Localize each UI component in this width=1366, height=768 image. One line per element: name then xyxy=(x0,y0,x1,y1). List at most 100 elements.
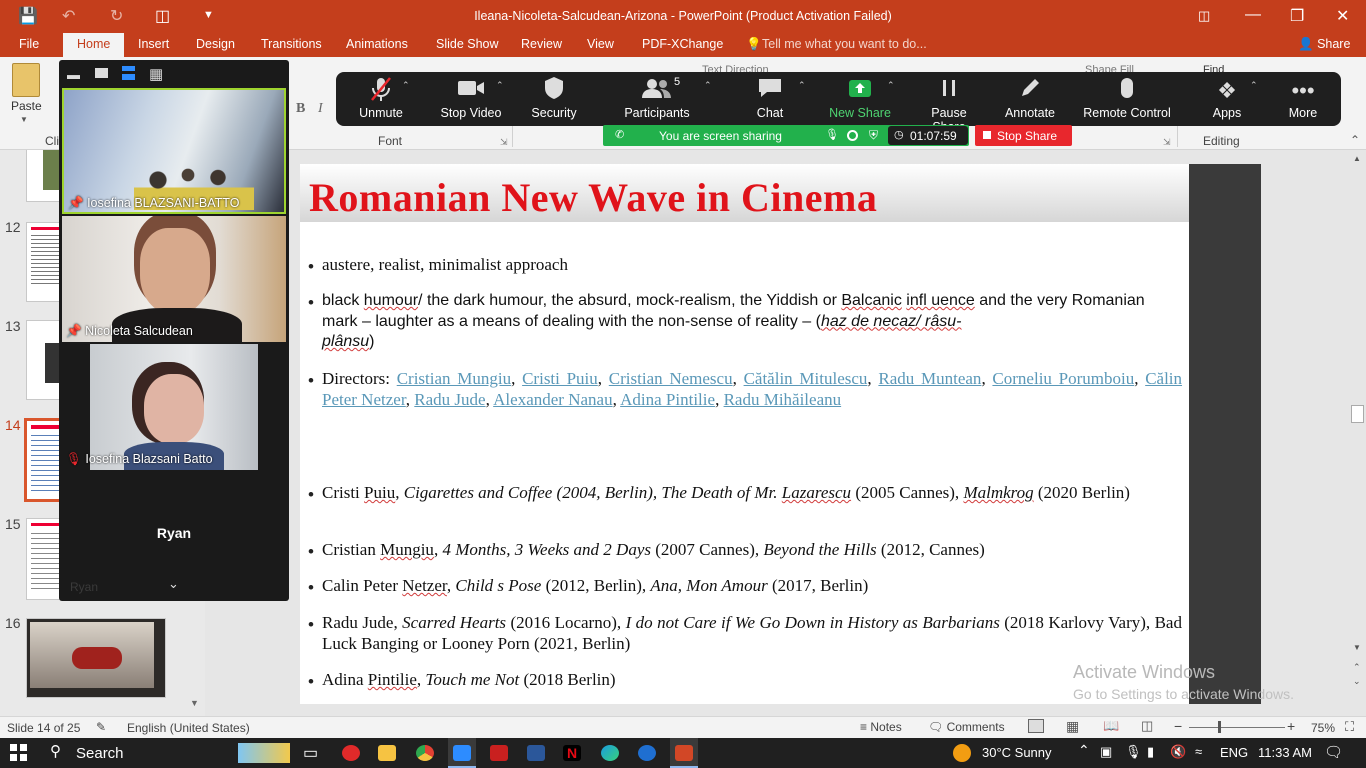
tab-design[interactable]: Design xyxy=(196,37,235,51)
video-tile-iosefina[interactable]: 🎙 Iosefina Blazsani Batto xyxy=(62,344,286,470)
close-button[interactable]: ✕ xyxy=(1336,6,1349,26)
weather-text[interactable]: 30°C Sunny xyxy=(982,745,1052,760)
minimize-video-icon[interactable]: ▬ xyxy=(67,67,80,82)
chevron-up-icon[interactable]: ⌃ xyxy=(798,80,806,91)
chevron-up-icon[interactable]: ⌃ xyxy=(1250,80,1258,91)
tab-file[interactable]: File xyxy=(19,37,39,51)
apps-button[interactable]: ❖ Apps xyxy=(1206,76,1248,120)
notes-button[interactable]: ≡ Notes xyxy=(860,720,902,734)
participants-button[interactable]: Participants xyxy=(618,76,696,120)
tab-insert[interactable]: Insert xyxy=(138,37,169,51)
ribbon-display-icon[interactable]: ◫ xyxy=(1198,8,1210,24)
stop-share-button[interactable]: Stop Share xyxy=(975,125,1072,146)
security-button[interactable]: Security xyxy=(526,76,582,120)
file-explorer-icon[interactable] xyxy=(378,745,396,761)
taskbar-search[interactable]: Search xyxy=(76,745,124,762)
video-tile-classroom[interactable]: 📌 Iosefina BLAZSANI-BATTO xyxy=(62,88,286,214)
video-tile-ryan[interactable]: Ryan Ryan ⌄ xyxy=(62,472,286,598)
single-view-icon[interactable] xyxy=(95,68,108,78)
bullet-text-1[interactable]: austere, realist, minimalist approach xyxy=(322,255,1182,276)
bullet-text-netzer[interactable]: Calin Peter Netzer, Child s Pose (2012, … xyxy=(322,576,1182,597)
director-link[interactable]: Adina Pintilie xyxy=(620,390,715,409)
director-link[interactable]: Cristian Nemescu xyxy=(609,369,733,388)
video-tile-nicoleta[interactable]: 📌 Nicoleta Salcudean xyxy=(62,216,286,342)
chevron-up-icon[interactable]: ⌃ xyxy=(1078,742,1090,759)
minimize-button[interactable]: — xyxy=(1245,6,1261,24)
word-icon[interactable] xyxy=(527,745,545,761)
input-language[interactable]: ENG xyxy=(1220,745,1248,760)
chat-button[interactable]: Chat xyxy=(746,76,794,120)
director-link[interactable]: Radu Muntean xyxy=(878,369,981,388)
fit-to-window-icon[interactable]: ⛶ xyxy=(1345,719,1354,735)
bullet-text-2[interactable]: black humour/ the dark humour, the absur… xyxy=(322,291,1182,353)
paste-dropdown-icon[interactable]: ▼ xyxy=(20,115,28,124)
comments-button[interactable]: 🗨 Comments xyxy=(928,720,1005,734)
tab-review[interactable]: Review xyxy=(521,37,562,51)
new-share-button[interactable]: New Share xyxy=(827,76,893,120)
collapse-ribbon-icon[interactable]: ⌃ xyxy=(1350,133,1360,147)
slide-canvas[interactable]: Romanian New Wave in Cinema • austere, r… xyxy=(300,164,1189,704)
thumbnails-scroll-down-icon[interactable]: ▼ xyxy=(190,698,199,708)
battery-icon[interactable]: ▮ xyxy=(1147,744,1154,760)
reading-view-icon[interactable]: 📖 xyxy=(1103,718,1119,734)
acrobat-icon[interactable] xyxy=(490,745,508,761)
bold-icon[interactable]: B xyxy=(296,101,305,117)
spelling-icon[interactable]: ✎ xyxy=(96,720,106,734)
edge-icon[interactable] xyxy=(601,745,619,761)
strip-view-icon[interactable] xyxy=(122,66,135,80)
director-link[interactable]: Alexander Nanau xyxy=(493,390,612,409)
meet-now-icon[interactable]: ▣ xyxy=(1100,744,1112,760)
bullet-text-mungiu[interactable]: Cristian Mungiu, 4 Months, 3 Weeks and 2… xyxy=(322,540,1182,561)
microphone-icon[interactable]: 🎙 xyxy=(1125,744,1142,760)
scroll-thumb[interactable] xyxy=(1351,405,1364,423)
browser-icon[interactable] xyxy=(638,745,656,761)
tab-slide-show[interactable]: Slide Show xyxy=(436,37,499,51)
notification-icon[interactable]: 🗨 xyxy=(1324,743,1343,761)
vertical-scrollbar[interactable]: ▲ ▼ ⌃ ⌄ xyxy=(1349,150,1366,716)
chevron-up-icon[interactable]: ⌃ xyxy=(704,80,712,91)
bullet-text-jude[interactable]: Radu Jude, Scarred Hearts (2016 Locarno)… xyxy=(322,613,1182,654)
director-link[interactable]: Corneliu Porumboiu xyxy=(992,369,1134,388)
gallery-view-icon[interactable]: ▦ xyxy=(149,65,163,83)
zoom-in-button[interactable]: + xyxy=(1287,718,1295,734)
tab-animations[interactable]: Animations xyxy=(346,37,408,51)
chevron-up-icon[interactable]: ⌃ xyxy=(887,80,895,91)
share-button[interactable]: 👤 Share xyxy=(1298,37,1350,52)
next-slide-icon[interactable]: ⌄ xyxy=(1353,676,1361,687)
chevron-up-icon[interactable]: ⌃ xyxy=(496,80,504,91)
chevron-down-icon[interactable]: ⌄ xyxy=(168,576,179,592)
bullet-text-pintilie[interactable]: Adina Pintilie, Touch me Not (2018 Berli… xyxy=(322,670,1182,691)
more-button[interactable]: ••• More xyxy=(1284,76,1322,120)
director-link[interactable]: Cristian Mungiu xyxy=(397,369,511,388)
tab-pdf-xchange[interactable]: PDF-XChange xyxy=(642,37,723,51)
paste-button[interactable]: Paste xyxy=(11,99,42,113)
clipboard-icon[interactable] xyxy=(12,63,40,97)
zoom-slider-thumb[interactable] xyxy=(1218,721,1221,733)
bullet-text-puiu[interactable]: Cristi Puiu, Cigarettes and Coffee (2004… xyxy=(322,483,1182,504)
zoom-slider[interactable] xyxy=(1189,727,1285,728)
slide-title[interactable]: Romanian New Wave in Cinema xyxy=(309,174,877,221)
drawing-dialog-launcher-icon[interactable]: ⇲ xyxy=(1163,137,1171,148)
tell-me-search[interactable]: Tell me what you want to do... xyxy=(762,37,927,51)
director-link[interactable]: Radu Jude xyxy=(414,390,485,409)
speaker-muted-icon[interactable]: 🔇 xyxy=(1170,744,1186,760)
normal-view-icon[interactable] xyxy=(1028,719,1044,733)
remote-control-button[interactable]: Remote Control xyxy=(1082,76,1172,120)
opera-icon[interactable] xyxy=(342,745,360,761)
task-view-icon[interactable]: ▭ xyxy=(303,743,318,763)
bullet-text-directors[interactable]: Directors: Cristian Mungiu, Cristi Puiu,… xyxy=(322,369,1182,410)
maximize-button[interactable]: ❐ xyxy=(1290,6,1304,26)
chevron-up-icon[interactable]: ⌃ xyxy=(402,80,410,91)
zoom-out-button[interactable]: − xyxy=(1174,718,1182,734)
annotate-button[interactable]: Annotate xyxy=(1002,76,1058,120)
windows-start-icon[interactable] xyxy=(10,744,27,761)
font-dialog-launcher-icon[interactable]: ⇲ xyxy=(500,137,508,148)
tab-view[interactable]: View xyxy=(587,37,614,51)
netflix-icon[interactable]: N xyxy=(563,745,581,761)
wifi-icon[interactable]: ≈ xyxy=(1195,744,1202,759)
tab-home[interactable]: Home xyxy=(63,33,125,57)
slide-sorter-icon[interactable]: ▦ xyxy=(1066,718,1079,735)
slide-thumbnail-16[interactable] xyxy=(26,618,166,698)
weather-sun-icon[interactable] xyxy=(953,744,971,762)
director-link[interactable]: Cristi Puiu xyxy=(522,369,598,388)
